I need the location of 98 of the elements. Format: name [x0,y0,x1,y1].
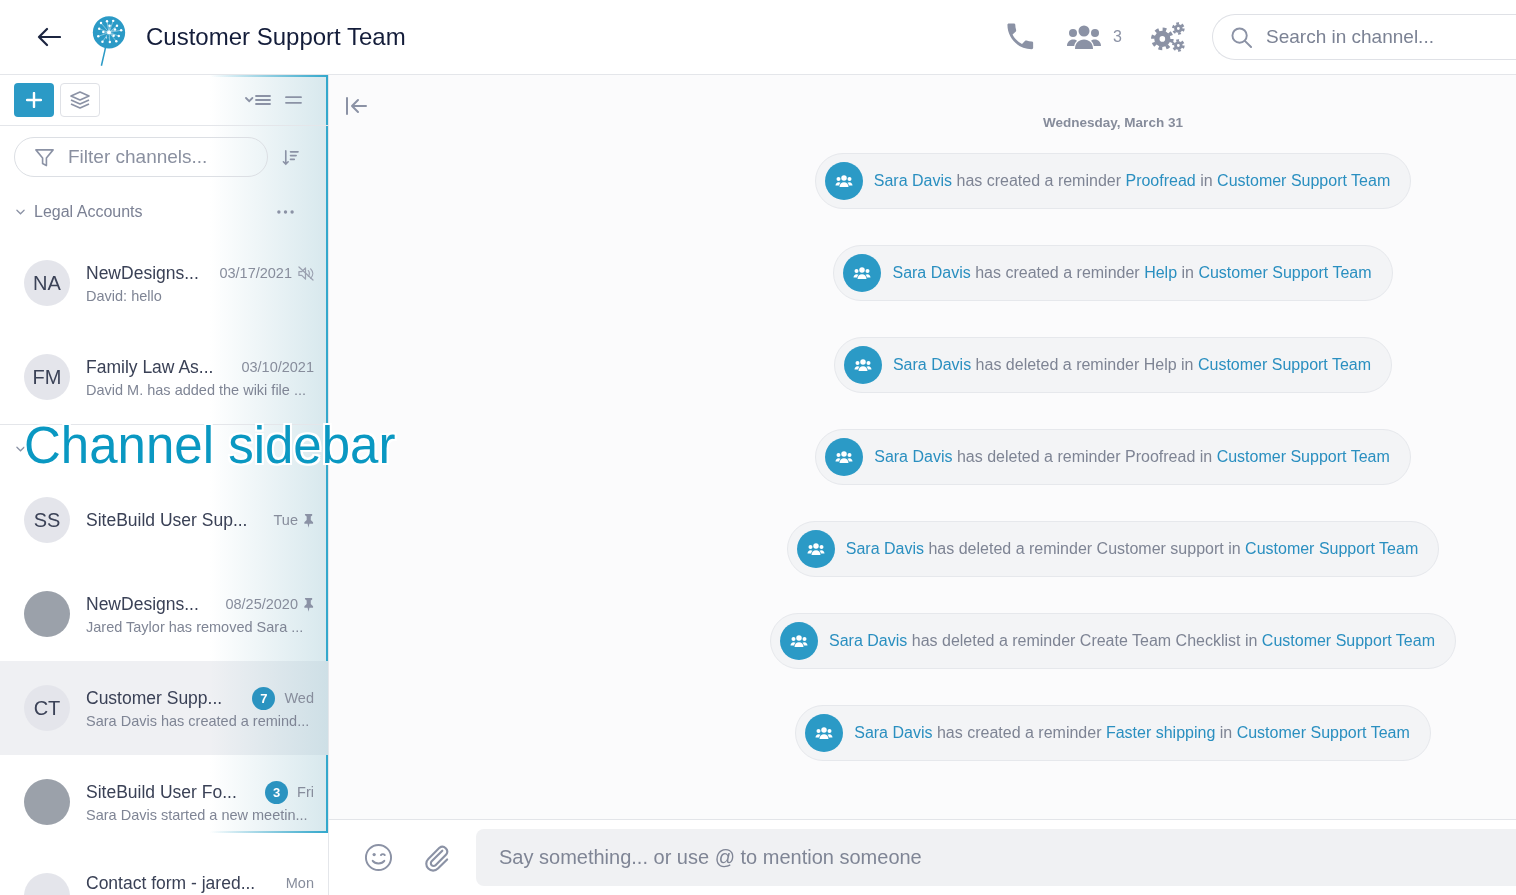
group-icon [843,346,882,384]
group-icon [824,162,863,200]
channel-link[interactable]: Customer Support Team [1216,448,1390,465]
add-button[interactable] [14,83,54,117]
message-preview: David: hello [86,288,163,304]
event-message: Sara Davis has created a reminder Help in Customer Support Team [892,264,1372,282]
collapse-sidebar-button[interactable] [345,97,367,115]
people-icon [1066,24,1103,50]
avatar: SS [24,497,70,543]
event-message: Sara Davis has created a reminder Faster shipping in Customer Support Team [854,724,1410,742]
avatar-photo [24,591,70,637]
timestamp: 03/10/2021 [241,359,314,375]
message-preview: Sara Davis started a new meetin... [86,807,309,823]
composer-box[interactable]: Say something... or use @ to mention someone [476,829,1516,886]
channel-item[interactable]: NA NewDesigns... 03/17/2021 David: hello [0,236,328,330]
search-icon [1231,26,1252,48]
reminder-link[interactable]: Help [1144,264,1178,281]
channel-title: Customer Support Team [146,23,406,51]
search-field[interactable]: Search in channel... [1266,26,1506,48]
emoji-icon [364,843,393,872]
channel-link[interactable]: Customer Support Team [1198,264,1372,281]
timestamp: Fri [297,784,314,800]
more-icon[interactable] [277,210,294,214]
user-link[interactable]: Sara Davis [854,724,933,741]
group-icon [825,438,864,476]
avatar: CT [24,685,70,731]
sort-button[interactable] [282,148,299,166]
double-line-icon [285,96,302,104]
view-toggle-button[interactable] [285,96,302,104]
timestamp: Wed [284,690,314,706]
group-icon [805,714,844,752]
layers-button[interactable] [60,83,100,117]
event-message: Sara Davis has deleted a reminder Help in Customer Support Team [892,356,1372,374]
channel-name: SiteBuild User Sup... [86,509,249,531]
group-icon [780,622,819,660]
attach-button[interactable] [422,843,451,872]
user-link[interactable]: Sara Davis [874,448,953,465]
message-preview: David M. has added the wiki file ... [86,382,308,398]
channel-name: Family Law As... [86,356,215,378]
event-message: Sara Davis has created a reminder Proofread in Customer Support Team [873,172,1391,190]
channel-item[interactable]: NewDesigns... 08/25/2020 Jared Taylor has removed Sara ... [0,567,328,661]
channel-item[interactable]: SS SiteBuild User Sup... Tue [0,473,328,567]
reminder-link[interactable]: Proofread [1125,172,1196,189]
channel-link[interactable]: Customer Support Team [1197,356,1372,373]
channel-item[interactable]: SiteBuild User Fo... 3 Fri Sara Davis started a new meetin... [0,755,328,849]
channel-item[interactable]: FM Family Law As... 03/10/2021 David M. has added the wiki file ... [0,330,328,424]
channel-name: NewDesigns... [86,262,200,284]
chevron-down-icon[interactable] [16,446,25,452]
channel-name: Contact form - jared... [86,872,257,894]
avatar: NA [24,260,70,306]
settings-icon [1150,21,1186,53]
channel-link[interactable]: Customer Support Team [1261,632,1435,649]
event-message: Sara Davis has deleted a reminder Customer support in Customer Support Team [845,540,1419,558]
back-arrow-icon [37,27,61,47]
filter-icon [34,146,55,168]
event-message: Sara Davis has deleted a reminder Create Team Checklist in Customer Support Team [829,632,1435,650]
sort-icon [282,148,299,166]
checklist-icon [245,94,271,106]
date-divider: Wednesday, March 31 [1043,114,1183,131]
channel-link[interactable]: Customer Support Team [1236,724,1410,741]
collapse-panel-icon [345,97,367,115]
plus-icon [26,92,42,108]
timestamp: Mon [285,875,314,891]
timestamp: Tue [273,512,298,528]
user-link[interactable]: Sara Davis [892,356,972,373]
timestamp: 03/17/2021 [219,265,292,281]
channel-item[interactable]: CT Customer Supp... 7 Wed Sara Davis has created a remind... [0,661,328,755]
settings-button[interactable] [1150,21,1186,53]
avatar: FM [24,354,70,400]
group-icon [843,254,882,292]
emoji-button[interactable] [364,843,393,872]
user-link[interactable]: Sara Davis [829,632,908,649]
channel-name: Customer Supp... [86,687,224,709]
filter-field[interactable]: Filter channels... [68,146,248,168]
chevron-down-icon[interactable] [16,209,25,215]
avatar-photo [24,779,70,825]
layers-icon [69,90,91,110]
timestamp: 08/25/2020 [225,596,298,612]
group-label: Legal Accounts [34,203,143,221]
unread-badge: 3 [265,780,289,804]
dandelion-icon [90,15,128,67]
channel-item[interactable]: Contact form - jared... Mon [0,849,328,895]
event-message: Sara Davis has deleted a reminder Proofread in Customer Support Team [874,448,1390,466]
message-preview: Jared Taylor has removed Sara ... [86,619,305,635]
paperclip-icon [422,843,451,872]
channel-name: SiteBuild User Fo... [86,781,238,803]
message-preview: Sara Davis has created a remind... [86,713,311,729]
group-icon [796,530,835,568]
channel-link[interactable]: Customer Support Team [1217,172,1391,189]
user-link[interactable]: Sara Davis [873,172,953,189]
channel-link[interactable]: Customer Support Team [1245,540,1419,557]
members-button[interactable]: 3 [1066,24,1122,50]
channel-name: NewDesigns... [86,593,200,615]
reminder-link[interactable]: Faster shipping [1105,724,1216,741]
user-link[interactable]: Sara Davis [892,264,971,281]
unread-badge: 7 [252,686,276,710]
user-link[interactable]: Sara Davis [845,540,924,557]
collapse-groups-button[interactable] [245,94,271,106]
